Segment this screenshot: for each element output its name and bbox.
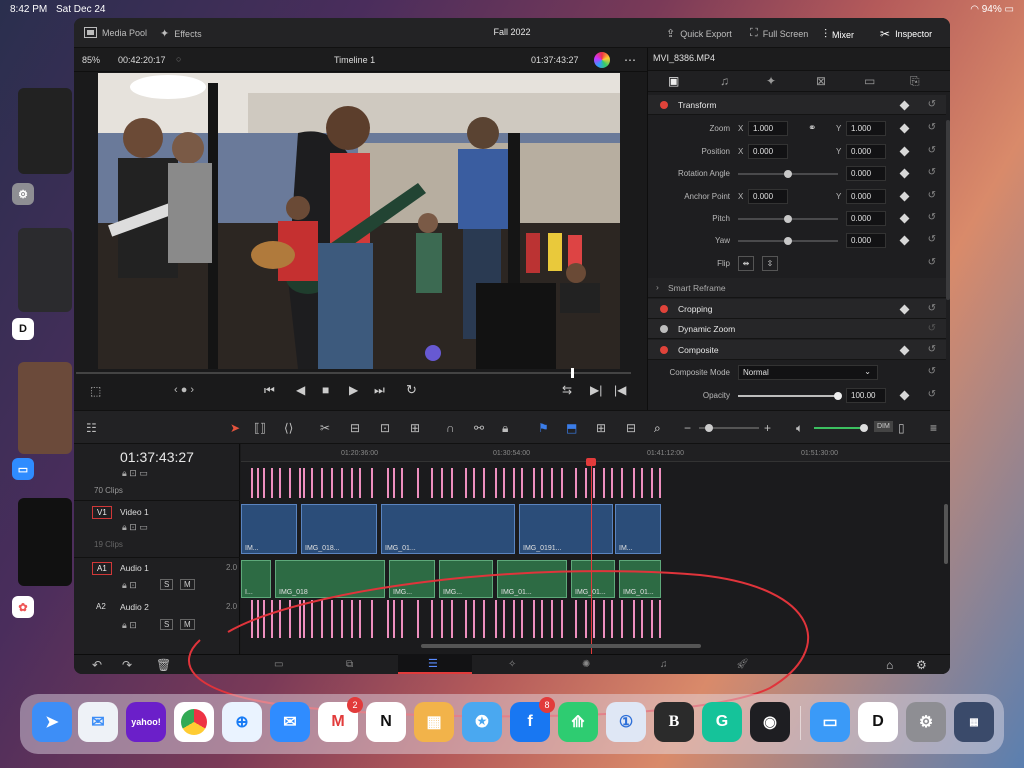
annotation-scribble [187, 570, 809, 718]
davinci-resolve-icon[interactable]: ◉ [750, 702, 790, 742]
tweetbot-icon[interactable]: ✪ [462, 702, 502, 742]
facebook-icon[interactable]: f8 [510, 697, 555, 742]
bear-b-icon[interactable]: B [654, 702, 694, 742]
mail-icon[interactable]: ✉ [78, 702, 118, 742]
testflight-icon[interactable]: ➤ [32, 702, 72, 742]
grammarly-icon[interactable]: G [702, 702, 742, 742]
app-library-icon[interactable]: ▦ [954, 702, 994, 742]
chrome-icon[interactable] [174, 702, 214, 742]
gmail-badge: 2 [347, 697, 363, 713]
notion-icon[interactable]: N [366, 702, 406, 742]
gmail-icon[interactable]: M2 [318, 697, 363, 742]
g-label: G [715, 713, 729, 730]
apple-mail-icon[interactable]: ✉ [270, 702, 310, 742]
safari-icon[interactable]: ⊕ [222, 702, 262, 742]
dock-divider [800, 706, 801, 740]
settings-icon[interactable]: ⚙ [906, 702, 946, 742]
yahoo-mail-icon[interactable]: yahoo! [126, 702, 166, 742]
dock: ➤ ✉ yahoo! ⊕ ✉ M2 N ▦ ✪ f8 ⟰ ① B G ◉ ▭ D… [20, 694, 1004, 754]
calendar-grid-icon[interactable]: ▦ [414, 702, 454, 742]
1password-icon[interactable]: ① [606, 702, 646, 742]
files-icon[interactable]: ▭ [810, 702, 850, 742]
feedly-icon[interactable]: ⟰ [558, 702, 598, 742]
b-label: B [668, 713, 680, 730]
d-app-icon[interactable]: D [858, 702, 898, 742]
facebook-badge: 8 [539, 697, 555, 713]
yahoo-label: yahoo! [131, 717, 161, 727]
